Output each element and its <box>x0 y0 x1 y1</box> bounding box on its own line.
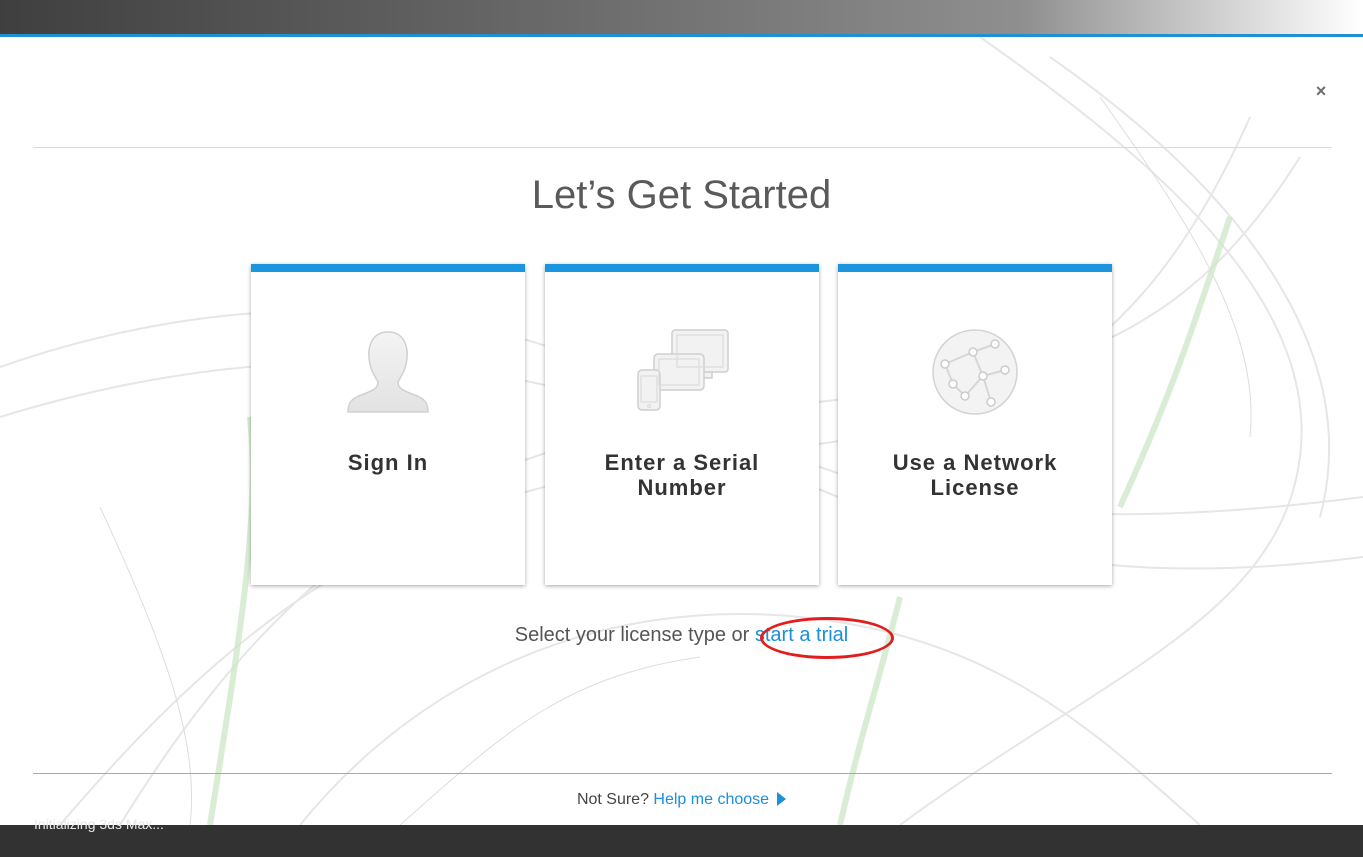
play-arrow-icon[interactable] <box>777 792 787 806</box>
status-text: Initializing 3ds Max... <box>34 816 164 832</box>
license-prompt-text: Select your license type or <box>514 624 755 646</box>
status-bar: Initializing 3ds Max... <box>0 816 1363 857</box>
license-prompt: Select your license type or start a tria… <box>0 624 1363 647</box>
sign-in-label: Sign In <box>347 450 429 475</box>
serial-number-label: Enter a Serial Number <box>604 450 760 500</box>
close-button[interactable]: × <box>1308 78 1334 104</box>
network-globe-icon <box>932 329 1018 415</box>
start-trial-link[interactable]: start a trial <box>755 624 848 646</box>
network-license-label: Use a Network License <box>892 450 1058 500</box>
user-icon <box>347 331 429 413</box>
devices-icon <box>637 329 729 411</box>
serial-number-card[interactable]: Enter a Serial Number <box>545 264 819 585</box>
help-row: Not Sure? Help me choose <box>0 791 1363 809</box>
help-question: Not Sure? <box>576 791 654 808</box>
page-title: Let’s Get Started <box>531 173 832 217</box>
close-icon[interactable]: × <box>1316 81 1327 101</box>
window-title-bar <box>0 0 1363 37</box>
network-license-card[interactable]: Use a Network License <box>838 264 1112 585</box>
footer-divider <box>33 773 1332 774</box>
sign-in-card[interactable]: Sign In <box>251 264 525 585</box>
header-divider <box>33 147 1332 148</box>
help-me-choose-link[interactable]: Help me choose <box>653 791 769 808</box>
